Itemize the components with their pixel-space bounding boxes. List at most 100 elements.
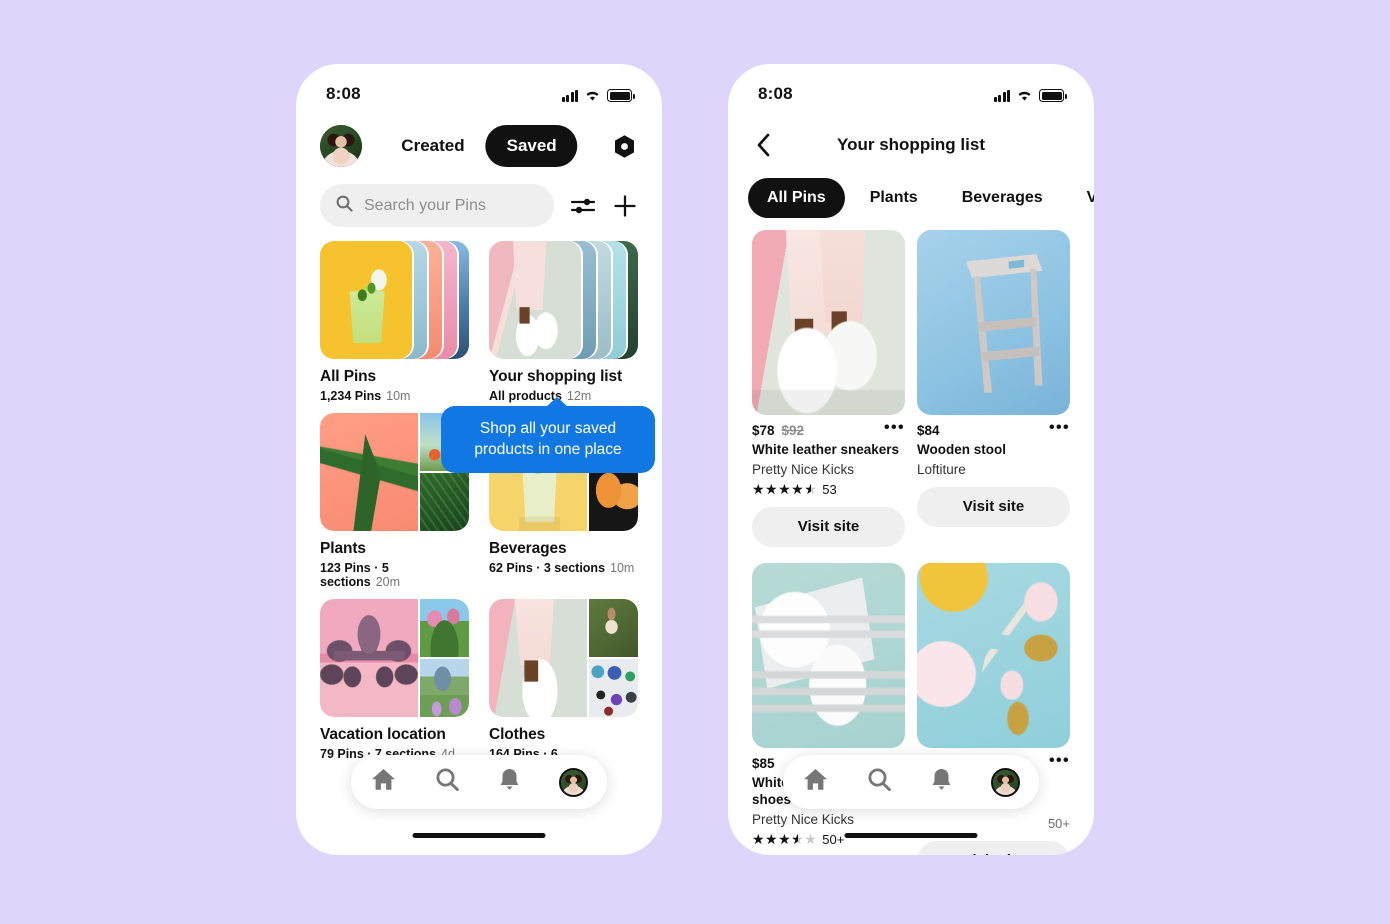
product-rating: 50+ <box>917 816 1070 831</box>
board-age: 10m <box>386 389 411 403</box>
chevron-left-icon[interactable] <box>750 132 776 158</box>
board-age: 10m <box>610 561 635 575</box>
product-price: $85 <box>752 755 775 771</box>
search-placeholder: Search your Pins <box>364 196 486 214</box>
star-rating-icon: ★★★★★★★★★★ <box>752 481 818 498</box>
tab-beverages[interactable]: Beverages <box>943 178 1062 218</box>
star-rating-icon: ★★★★★★★★★★ <box>752 831 818 848</box>
tab-saved[interactable]: Saved <box>485 125 578 167</box>
status-icons <box>993 86 1067 102</box>
board-thumbnail <box>489 599 638 717</box>
cellular-bars-icon <box>561 89 578 102</box>
product-brand: Pretty Nice Kicks <box>752 811 855 827</box>
board-title: All Pins <box>320 368 377 385</box>
product-price-row: $78 $92 ••• <box>752 420 905 439</box>
status-icons <box>561 86 635 102</box>
visit-site-button[interactable]: Visit site <box>917 840 1070 855</box>
board-meta: 1,234 Pins 10m <box>320 389 469 403</box>
boards-grid: All Pins 1,234 Pins 10m Your shopping li… <box>296 227 662 785</box>
product-review-count: 50+ <box>822 831 845 847</box>
sliders-icon[interactable] <box>570 193 596 219</box>
board-section-tabs: All Pins Plants Beverages Vacation C <box>728 168 1094 218</box>
board-age: 20m <box>375 575 401 589</box>
board-thumbnail <box>320 599 469 717</box>
product-name: White leather sneakers <box>752 442 900 457</box>
product-image[interactable] <box>752 562 905 748</box>
page-header-right: Your shopping list <box>728 112 1094 168</box>
board-count: 62 Pins · 3 sections <box>489 561 606 575</box>
tab-all-pins[interactable]: All Pins <box>748 178 845 218</box>
board-title: Your shopping list <box>489 368 623 385</box>
product-card[interactable]: $85 ••• White vecro strap shoes Pretty N… <box>746 562 911 855</box>
nav-home-icon[interactable] <box>802 767 829 797</box>
product-brand: Pretty Nice Kicks <box>752 461 855 477</box>
overflow-menu-icon[interactable]: ••• <box>1049 420 1070 436</box>
board-card[interactable]: All Pins 1,234 Pins 10m <box>310 241 479 413</box>
status-time: 8:08 <box>758 84 793 103</box>
nav-search-icon[interactable] <box>867 767 892 797</box>
visit-site-button[interactable]: Visit site <box>917 486 1070 527</box>
nav-profile-avatar[interactable] <box>559 767 588 797</box>
visit-site-button[interactable]: Visit site <box>752 506 905 547</box>
nav-bell-icon[interactable] <box>498 767 521 797</box>
wifi-icon <box>1016 89 1033 102</box>
avatar[interactable] <box>320 125 362 167</box>
board-age: 12m <box>566 389 592 403</box>
status-bar-right: 8:08 <box>728 64 1094 112</box>
product-card[interactable]: $68 $75 ••• Face roller set 50+ Visit si… <box>911 562 1076 855</box>
plus-icon[interactable] <box>612 193 638 219</box>
overflow-menu-icon[interactable]: ••• <box>884 420 905 436</box>
board-thumbnail <box>320 241 469 359</box>
board-title: Beverages <box>489 540 567 557</box>
nav-bell-icon[interactable] <box>930 767 953 797</box>
search-icon <box>336 195 353 217</box>
tab-plants[interactable]: Plants <box>851 178 937 218</box>
wifi-icon <box>584 89 601 102</box>
board-thumbnail <box>489 241 638 359</box>
board-title: Plants <box>320 540 366 557</box>
search-row: Search your Pins <box>296 174 662 227</box>
status-bar-left: 8:08 <box>296 64 662 112</box>
board-meta: 123 Pins · 5 sections 20m <box>320 561 469 589</box>
board-card[interactable]: Your shopping list All products 12m <box>479 241 648 413</box>
phone-right: 8:08 Your shopping list All Pins Plants … <box>728 64 1094 855</box>
product-image[interactable] <box>752 230 905 415</box>
product-card[interactable]: $84 ••• Wooden stool Loftiture Visit sit… <box>911 230 1076 563</box>
product-image[interactable] <box>917 562 1070 748</box>
board-meta: 62 Pins · 3 sections 10m <box>489 561 638 575</box>
bottom-nav-left <box>351 755 607 809</box>
search-input[interactable]: Search your Pins <box>320 184 554 227</box>
tab-created[interactable]: Created <box>380 125 485 167</box>
battery-icon <box>1039 89 1067 102</box>
profile-header-left: Created Saved <box>296 112 662 174</box>
product-rating: ★★★★★★★★★★ 53 <box>752 482 905 497</box>
bottom-nav-right <box>783 755 1039 809</box>
board-title: Vacation location <box>320 726 446 743</box>
battery-icon <box>607 89 635 102</box>
screenshot-stage: 8:08 Created Saved Search your Pins All … <box>0 0 1390 924</box>
product-image[interactable] <box>917 230 1070 415</box>
tooltip-callout[interactable]: Shop all your saved products in one plac… <box>441 396 655 474</box>
board-count: 1,234 Pins <box>320 389 382 403</box>
board-title: Clothes <box>489 726 546 743</box>
home-indicator <box>844 833 978 838</box>
nav-search-icon[interactable] <box>435 767 460 797</box>
nav-profile-avatar[interactable] <box>991 767 1020 797</box>
product-price: $84 <box>917 423 940 438</box>
cellular-bars-icon <box>993 89 1010 102</box>
product-review-count: 53 <box>822 481 837 497</box>
home-indicator <box>412 833 546 838</box>
product-brand: Loftiture <box>917 461 966 477</box>
gear-icon[interactable] <box>610 132 638 160</box>
page-title: Your shopping list <box>837 135 985 154</box>
product-price-row: $84 ••• <box>917 420 1070 439</box>
product-card[interactable]: $78 $92 ••• White leather sneakers Prett… <box>746 230 911 563</box>
product-review-count: 50+ <box>1047 815 1070 831</box>
product-name: Wooden stool <box>917 442 1006 457</box>
product-price: $78 <box>752 423 775 438</box>
tab-vacation[interactable]: Vacation <box>1068 178 1094 218</box>
overflow-menu-icon[interactable]: ••• <box>1049 752 1070 768</box>
product-old-price: $92 <box>781 423 805 438</box>
profile-tabs: Created Saved <box>380 125 578 167</box>
nav-home-icon[interactable] <box>370 767 397 797</box>
